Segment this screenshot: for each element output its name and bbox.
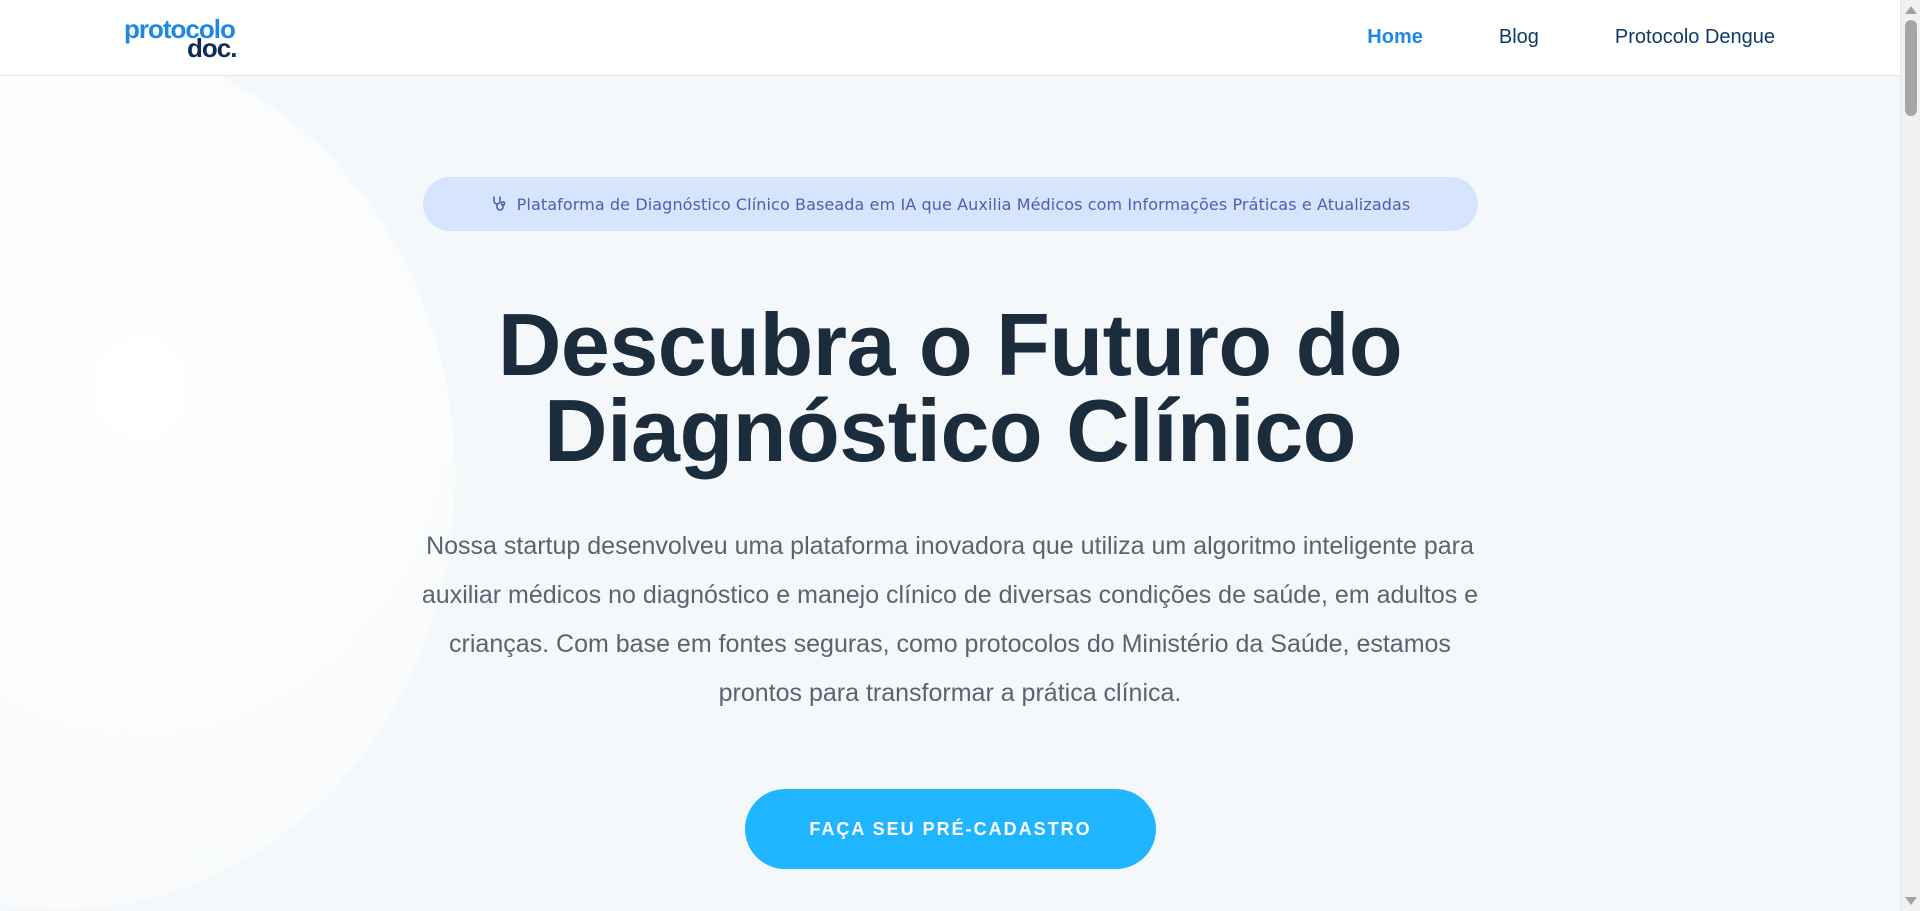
page: protocolo doc. Home Blog Protocolo Dengu… <box>0 0 1920 911</box>
stethoscope-icon <box>491 195 509 213</box>
hero-badge-text: Plataforma de Diagnóstico Clínico Basead… <box>516 194 1411 214</box>
hero-title-line1: Descubra o Futuro do <box>497 295 1403 394</box>
hero-title: Descubra o Futuro do Diagnóstico Clínico <box>350 301 1550 475</box>
hero-description: Nossa startup desenvolveu uma plataforma… <box>421 532 1479 707</box>
hero-title-line2: Diagnóstico Clínico <box>544 381 1356 480</box>
nav-link-home[interactable]: Home <box>1367 24 1423 50</box>
scroll-up-arrow-icon[interactable] <box>1905 6 1917 14</box>
pre-register-button[interactable]: FAÇA SEU PRÉ-CADASTRO <box>745 789 1156 869</box>
main-nav: Home Blog Protocolo Dengue <box>1291 24 1775 50</box>
scroll-down-arrow-icon[interactable] <box>1905 897 1917 905</box>
hero-section: Plataforma de Diagnóstico Clínico Basead… <box>0 76 1900 911</box>
site-header: protocolo doc. Home Blog Protocolo Dengu… <box>0 0 1900 76</box>
nav-link-blog[interactable]: Blog <box>1499 24 1539 50</box>
scrollbar-thumb[interactable] <box>1905 20 1917 116</box>
logo[interactable]: protocolo doc. <box>124 16 244 63</box>
nav-link-protocolo-dengue[interactable]: Protocolo Dengue <box>1615 24 1775 50</box>
logo-text-doc: doc. <box>187 33 237 63</box>
hero-badge: Plataforma de Diagnóstico Clínico Basead… <box>423 177 1478 231</box>
vertical-scrollbar[interactable] <box>1900 0 1920 911</box>
